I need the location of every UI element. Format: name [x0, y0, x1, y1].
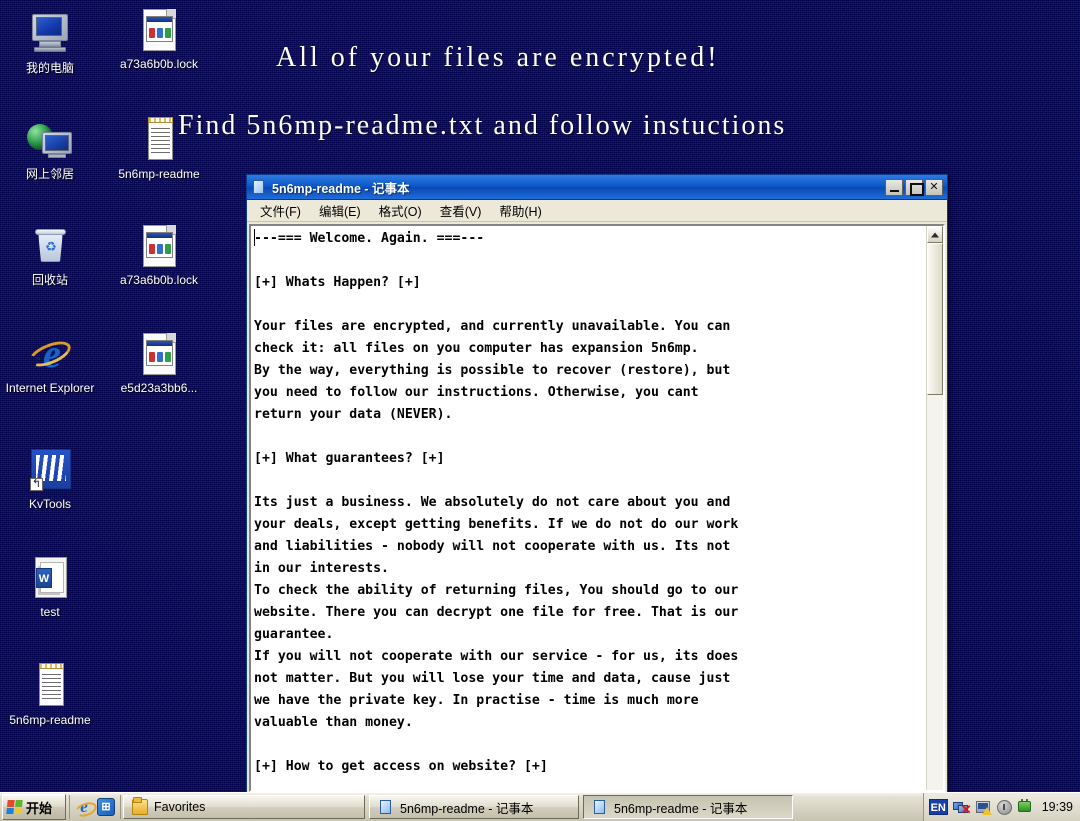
internet-explorer-icon: e [25, 330, 75, 378]
desktop-icon-a73a6b0b-lock-1[interactable]: a73a6b0b.lock [113, 6, 205, 71]
desktop-icon-e5d23a3bb6-lock[interactable]: e5d23a3bb6... [113, 330, 205, 395]
notepad-text-content[interactable]: ---=== Welcome. Again. ===--- [+] Whats … [251, 226, 926, 790]
notepad-menu-bar[interactable]: 文件(F) 编辑(E) 格式(O) 查看(V) 帮助(H) [247, 200, 947, 222]
text-file-icon [26, 662, 74, 710]
network-disconnected-icon[interactable]: ✕ [952, 799, 972, 816]
text-caret [254, 229, 255, 246]
notepad-icon [378, 799, 394, 815]
notepad-icon [251, 179, 267, 195]
taskbar-window-favorites[interactable]: Favorites [123, 795, 365, 819]
system-tray[interactable]: EN ✕ 19:39 [922, 792, 1080, 821]
desktop-icon-5n6mp-readme-1[interactable]: 5n6mp-readme [113, 116, 205, 181]
menu-edit[interactable]: 编辑(E) [310, 199, 370, 222]
notepad-window[interactable]: 5n6mp-readme - 记事本 ✕ 文件(F) 编辑(E) 格式(O) 查… [246, 174, 948, 795]
ransom-banner-line-2: Find 5n6mp-readme.txt and follow instuct… [178, 110, 787, 141]
ransom-banner-line-1: All of your files are encrypted! [276, 42, 720, 73]
desktop-icon-label: a73a6b0b.lock [119, 273, 199, 287]
menu-format[interactable]: 格式(O) [370, 199, 431, 222]
desktop-icon-label: 5n6mp-readme [118, 167, 200, 181]
language-indicator[interactable]: EN [928, 799, 948, 815]
start-button-label: 开始 [26, 800, 53, 816]
desktop-icon-label: a73a6b0b.lock [119, 57, 199, 71]
taskbar-window-label: 5n6mp-readme - 记事本 [400, 801, 534, 816]
taskbar-window-notepad-2[interactable]: 5n6mp-readme - 记事本 [583, 795, 793, 819]
locked-file-icon [135, 330, 183, 378]
notepad-text-area-container[interactable]: ---=== Welcome. Again. ===--- [+] Whats … [249, 224, 945, 792]
folder-icon [132, 797, 148, 815]
start-button[interactable]: 开始 [2, 794, 66, 820]
locked-file-icon [135, 6, 183, 54]
desktop-icon-label: e5d23a3bb6... [120, 381, 198, 395]
desktop-icon-a73a6b0b-lock-2[interactable]: a73a6b0b.lock [113, 222, 205, 287]
maximize-button[interactable] [905, 178, 924, 196]
plug-icon[interactable] [1017, 799, 1034, 815]
taskbar-clock[interactable]: 19:39 [1039, 800, 1073, 814]
desktop-icon-5n6mp-readme-2[interactable]: 5n6mp-readme [4, 662, 96, 727]
notepad-icon [592, 799, 608, 815]
notepad-title-bar[interactable]: 5n6mp-readme - 记事本 ✕ [247, 175, 947, 200]
taskbar-window-label: 5n6mp-readme - 记事本 [614, 801, 748, 816]
desktop-icon-label: 5n6mp-readme [9, 713, 91, 727]
desktop-icon-recycle-bin[interactable]: ♻ 回收站 [4, 222, 96, 287]
vertical-scrollbar[interactable] [926, 226, 943, 790]
desktop-icon-label: test [40, 605, 60, 619]
window-controls: ✕ [885, 178, 945, 196]
taskbar-window-label: Favorites [154, 800, 206, 814]
desktop-icon-label: Internet Explorer [5, 381, 95, 395]
desktop-icon-network-neighborhood[interactable]: 网上邻居 [4, 116, 96, 181]
menu-view[interactable]: 查看(V) [431, 199, 491, 222]
scrollbar-thumb[interactable] [927, 243, 943, 395]
desktop-icon-label: KvTools [28, 497, 72, 511]
my-computer-icon [26, 10, 74, 58]
quicklaunch-internet-explorer-icon[interactable]: e [75, 798, 93, 816]
desktop-icon-test[interactable]: test [4, 554, 96, 619]
desktop-icon-label: 回收站 [31, 273, 68, 287]
windows-logo-icon [6, 800, 23, 814]
taskbar-window-notepad-1[interactable]: 5n6mp-readme - 记事本 [369, 795, 579, 819]
clock-shield-icon[interactable] [996, 799, 1012, 815]
text-file-icon [135, 116, 183, 164]
desktop-icon-label: 我的电脑 [25, 61, 74, 75]
desktop-icon-kvtools[interactable]: ↰ KvTools [4, 446, 96, 511]
minimize-button[interactable] [885, 178, 903, 196]
antivirus-warning-icon[interactable] [975, 799, 992, 815]
desktop-icon-internet-explorer[interactable]: e Internet Explorer [4, 330, 96, 396]
shortcut-arrow-icon: ↰ [30, 478, 43, 491]
desktop-icon-label: 网上邻居 [25, 167, 74, 181]
taskbar[interactable]: 开始 e ⊞ Favorites 5n6mp-readme - 记事本 5n6m… [0, 792, 1080, 821]
menu-file[interactable]: 文件(F) [251, 199, 310, 222]
locked-file-icon [135, 222, 183, 270]
scrollbar-track[interactable] [927, 243, 943, 790]
scroll-up-button[interactable] [927, 226, 943, 243]
close-button[interactable]: ✕ [925, 178, 943, 196]
kvtools-icon: ↰ [26, 446, 74, 494]
notepad-title-text: 5n6mp-readme - 记事本 [272, 181, 410, 196]
desktop-icon-my-computer[interactable]: 我的电脑 [4, 10, 96, 75]
word-document-icon [26, 554, 74, 602]
network-neighborhood-icon [26, 116, 74, 164]
quick-launch-bar[interactable]: e ⊞ [69, 795, 121, 819]
desktop-screen: All of your files are encrypted! Find 5n… [0, 0, 1080, 821]
menu-help[interactable]: 帮助(H) [490, 199, 550, 222]
recycle-bin-icon: ♻ [26, 222, 74, 270]
quicklaunch-program-icon[interactable]: ⊞ [97, 798, 115, 816]
